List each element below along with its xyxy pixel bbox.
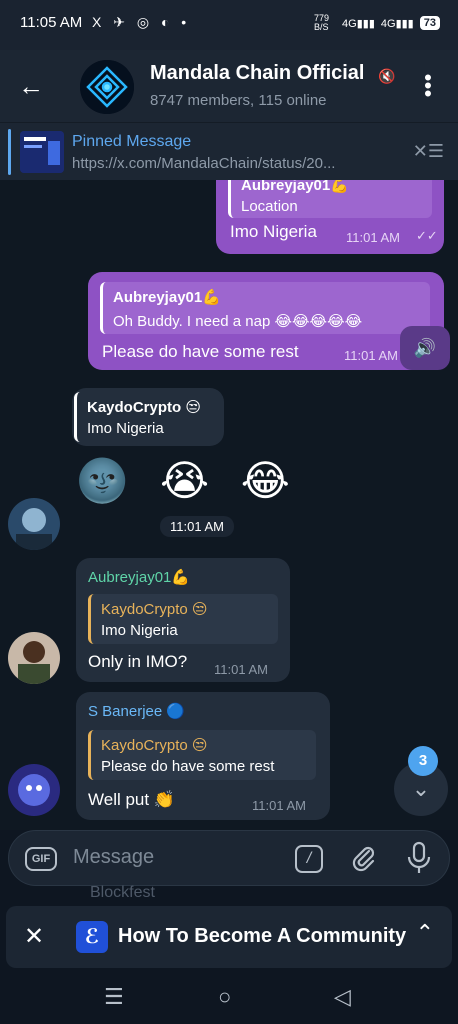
unread-badge: 3 — [408, 746, 438, 776]
reply-quote[interactable]: KaydoCrypto 😒 Imo Nigeria — [74, 392, 222, 442]
reply-sender: KaydoCrypto 😒 — [87, 399, 201, 416]
member-count: 8747 members, 115 online — [150, 92, 327, 109]
pin-list-icon[interactable]: ✕☰ — [413, 141, 444, 162]
message-text: Imo Nigeria — [230, 222, 317, 241]
reply-sender: KaydoCrypto 😒 — [101, 601, 208, 618]
status-right: 779 B/S 4G▮▮▮ 4G▮▮▮ 73 — [314, 14, 440, 32]
emoji-message[interactable]: 🌚 😭 😂 — [76, 456, 300, 506]
bot-command-icon[interactable]: / — [295, 845, 323, 873]
reply-text: Location — [241, 198, 298, 215]
message-text: Please do have some rest — [102, 342, 299, 361]
reply-quote[interactable]: KaydoCrypto 😒 Please do have some rest — [88, 730, 316, 780]
chat-area[interactable]: Aubreyjay01💪 Location Imo Nigeria 11:01 … — [0, 180, 458, 830]
signal-icon-1: 4G▮▮▮ — [342, 17, 375, 30]
system-nav-bar: ☰ ○ ◁ — [0, 970, 458, 1024]
attach-icon[interactable] — [349, 843, 379, 873]
sender-name[interactable]: S Banerjee 🔵 — [88, 702, 185, 720]
reply-text: Imo Nigeria — [87, 420, 164, 437]
message-bubble-incoming[interactable]: KaydoCrypto 😒 Imo Nigeria — [72, 388, 224, 446]
pinned-message-bar[interactable]: Pinned Message https://x.com/MandalaChai… — [0, 122, 458, 180]
banner-title[interactable]: How To Become A Community — [118, 925, 408, 948]
hint-text: Blockfest — [90, 884, 155, 901]
reply-quote[interactable]: Aubreyjay01💪 Oh Buddy. I need a nap 😂😂😂😂… — [100, 282, 430, 334]
pinned-thumbnail — [20, 131, 64, 173]
message-bubble-outgoing[interactable]: Aubreyjay01💪 Location Imo Nigeria 11:01 … — [216, 180, 444, 254]
message-time: 11:01 AM — [214, 662, 268, 677]
message-text: Well put 👏 — [88, 790, 175, 809]
back-icon[interactable]: ◁ — [334, 984, 351, 1010]
message-time: 11:01 AM — [252, 798, 306, 813]
pinned-title: Pinned Message — [72, 133, 192, 150]
read-checks-icon: ✓✓ — [416, 228, 438, 243]
media-banner[interactable]: ✕ ℰ How To Become A Community ⌃ — [6, 906, 452, 968]
message-time: 11:01 AM — [160, 516, 234, 537]
user-avatar[interactable] — [8, 632, 60, 684]
message-input[interactable]: Message — [73, 846, 154, 869]
reply-text: Imo Nigeria — [101, 622, 178, 639]
home-icon[interactable]: ○ — [218, 984, 231, 1010]
more-vert-icon[interactable]: • • • — [418, 67, 438, 105]
status-bar: 11:05 AM X ✈ ◎ ◐ • 779 B/S 4G▮▮▮ 4G▮▮▮ 7… — [0, 0, 458, 50]
close-icon[interactable]: ✕ — [24, 922, 44, 951]
user-avatar[interactable] — [8, 764, 60, 816]
reply-text: Please do have some rest — [101, 758, 275, 775]
user-avatar[interactable] — [8, 498, 60, 550]
message-time: 11:01 AM — [344, 348, 398, 363]
network-speed: 779 B/S — [314, 13, 330, 32]
group-avatar[interactable] — [80, 60, 134, 114]
notification-icons: X ✈ ◎ ◐ • — [92, 14, 191, 30]
message-text: Only in IMO? — [88, 652, 188, 671]
logo-icon: ℰ — [76, 921, 108, 953]
message-bubble-incoming[interactable]: Aubreyjay01💪 KaydoCrypto 😒 Imo Nigeria O… — [76, 558, 290, 682]
message-input-bar: GIF Message / — [8, 830, 450, 886]
signal-icon-2: 4G▮▮▮ — [380, 17, 414, 30]
mute-icon: 🔇 — [378, 68, 396, 84]
chat-header: ← Mandala Chain Official 🔇 8747 members,… — [0, 50, 458, 122]
pinned-url: https://x.com/MandalaChain/status/20... — [72, 155, 336, 172]
message-bubble-incoming[interactable]: S Banerjee 🔵 KaydoCrypto 😒 Please do hav… — [76, 692, 330, 820]
reply-sender: Aubreyjay01💪 — [113, 289, 221, 306]
reply-sender: KaydoCrypto 😒 — [101, 737, 208, 754]
chat-title[interactable]: Mandala Chain Official — [150, 62, 390, 85]
microphone-icon[interactable] — [405, 841, 433, 875]
speaker-icon[interactable]: 🔊 — [400, 326, 450, 370]
message-time: 11:01 AM — [346, 230, 400, 245]
reply-text: Oh Buddy. I need a nap 😂😂😂😂😂 — [113, 313, 363, 330]
battery-icon: 73 — [419, 16, 440, 30]
reply-sender: Aubreyjay01💪 — [241, 180, 349, 194]
status-time: 11:05 AM — [20, 14, 83, 31]
reply-quote[interactable]: KaydoCrypto 😒 Imo Nigeria — [88, 594, 278, 644]
chevron-up-icon[interactable]: ⌃ — [416, 920, 434, 946]
gif-button[interactable]: GIF — [25, 847, 57, 871]
pinned-indicator — [8, 129, 11, 175]
recent-apps-icon[interactable]: ☰ — [104, 984, 124, 1010]
sender-name[interactable]: Aubreyjay01💪 — [88, 568, 190, 586]
back-arrow-icon[interactable]: ← — [18, 72, 50, 100]
reply-quote[interactable]: Aubreyjay01💪 Location — [228, 180, 432, 218]
message-bubble-outgoing[interactable]: Aubreyjay01💪 Oh Buddy. I need a nap 😂😂😂😂… — [88, 272, 444, 370]
